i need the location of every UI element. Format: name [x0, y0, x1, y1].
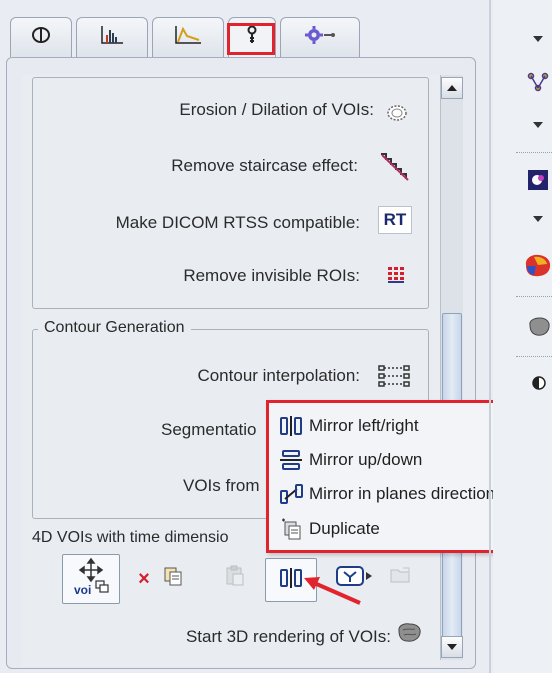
tab-statistics[interactable]: [76, 17, 148, 57]
dropdown-arrow-icon[interactable]: [530, 212, 546, 226]
separator: [516, 296, 552, 297]
dropdown-arrow-icon[interactable]: [530, 32, 546, 46]
curve-icon: [173, 24, 203, 51]
brain-atlas-icon[interactable]: [522, 250, 552, 280]
remove-invisible-label: Remove invisible ROIs:: [183, 266, 360, 285]
brain-render-icon: [395, 621, 423, 650]
selected-tab-highlight: [227, 23, 275, 55]
voi-tools-window: Erosion / Dilation of VOIs: Remove stair…: [0, 0, 552, 673]
rtss-icon[interactable]: RT: [378, 206, 412, 234]
menu-item-mirror-left-right[interactable]: Mirror left/right: [279, 411, 419, 441]
move-voi-icon: voi: [66, 557, 116, 601]
scroll-up-button[interactable]: [441, 77, 463, 99]
staircase-icon[interactable]: [377, 150, 413, 184]
segmentation-label: Segmentatio: [161, 420, 257, 439]
image-view-icon[interactable]: [526, 168, 550, 192]
time-dimension-label: 4D VOIs with time dimensio: [32, 529, 229, 546]
tab-settings[interactable]: [280, 17, 360, 57]
vertical-scrollbar[interactable]: [440, 75, 463, 660]
mirror-planes-icon: [279, 483, 309, 505]
voi-icon-text: voi: [74, 583, 92, 597]
scroll-down-button[interactable]: [441, 636, 463, 658]
annotation-arrow-icon: [304, 577, 361, 605]
tab-voi-definition[interactable]: [10, 17, 72, 57]
circle-roi-icon: [30, 25, 52, 50]
tab-strip: [0, 0, 480, 58]
contour-interpolation-label: Contour interpolation:: [197, 366, 360, 385]
menu-item-duplicate[interactable]: Duplicate: [279, 514, 380, 544]
vois-from-label: VOIs from: [183, 476, 260, 495]
start-rendering-label: Start 3D rendering of VOIs:: [185, 627, 391, 646]
gear-icon: [304, 25, 336, 50]
remove-invisible-icon[interactable]: [385, 264, 407, 286]
delete-button[interactable]: ×: [134, 568, 154, 590]
staircase-label: Remove staircase effect:: [171, 156, 358, 175]
arrow-up-icon: [447, 85, 457, 91]
dropdown-arrow-icon[interactable]: [530, 118, 546, 132]
menu-item-mirror-planes[interactable]: Mirror in planes direction: [279, 479, 495, 509]
erosion-dilation-label: Erosion / Dilation of VOIs:: [179, 100, 374, 119]
contrast-icon[interactable]: [530, 374, 548, 392]
menu-item-label: Duplicate: [309, 519, 380, 538]
menu-item-label: Mirror left/right: [309, 416, 419, 435]
separator: [516, 152, 552, 153]
rtss-label: Make DICOM RTSS compatible:: [115, 213, 360, 232]
copy-button[interactable]: [160, 566, 186, 590]
paste-icon: [224, 565, 246, 592]
menu-item-label: Mirror in planes direction: [309, 484, 496, 503]
mirror-up-down-icon: [279, 449, 309, 471]
splitter[interactable]: [489, 0, 491, 673]
render-3d-button[interactable]: [393, 620, 425, 650]
menu-item-mirror-up-down[interactable]: Mirror up/down: [279, 445, 422, 475]
render-3d-icon[interactable]: [526, 314, 552, 340]
tab-tac[interactable]: [152, 17, 224, 57]
paste-button[interactable]: [222, 565, 248, 592]
duplicate-icon: [279, 517, 309, 541]
mirror-left-right-icon: [279, 415, 309, 437]
separator: [516, 356, 552, 357]
network-icon[interactable]: [526, 70, 550, 94]
close-icon: ×: [138, 568, 150, 590]
open-folder-button[interactable]: [388, 565, 414, 589]
arrow-down-icon: [447, 644, 457, 650]
histogram-icon: [99, 24, 125, 51]
voi-move-button[interactable]: voi: [62, 554, 120, 604]
contour-generation-title: Contour Generation: [38, 319, 191, 337]
copy-icon: [162, 565, 184, 592]
contour-interpolation-icon[interactable]: [375, 362, 413, 390]
menu-item-label: Mirror up/down: [309, 450, 423, 469]
erosion-dilation-icon[interactable]: [384, 102, 410, 124]
folder-icon: [389, 565, 413, 590]
